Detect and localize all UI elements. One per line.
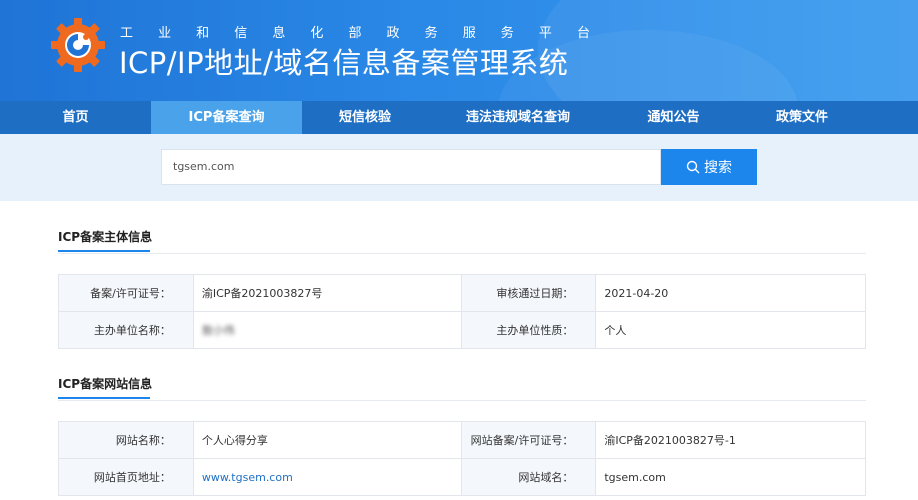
website-name-label: 网站名称：	[58, 421, 194, 459]
homepage-url-link[interactable]: www.tgsem.com	[202, 471, 293, 484]
organizer-name-value: 敖小伟	[201, 324, 235, 337]
organizer-type-value: 个人	[595, 311, 866, 349]
miit-gear-logo-icon	[51, 18, 105, 72]
site-header: 工 业 和 信 息 化 部 政 务 服 务 平 台 ICP/IP地址/域名信息备…	[0, 0, 918, 101]
organizer-name-label: 主办单位名称：	[58, 311, 194, 349]
section-divider	[58, 400, 866, 401]
section-title-underline	[58, 397, 150, 399]
subtitle-char: 工	[120, 26, 134, 41]
subtitle-char: 化	[310, 26, 324, 41]
subtitle-char: 务	[424, 26, 438, 41]
homepage-url-cell: www.tgsem.com	[192, 458, 462, 496]
approval-date-value: 2021-04-20	[595, 274, 866, 312]
table-row: 主办单位名称： 敖小伟 主办单位性质： 个人	[58, 311, 866, 349]
site-subtitle: 工 业 和 信 息 化 部 政 务 服 务 平 台	[120, 22, 590, 41]
subtitle-char: 务	[500, 26, 514, 41]
website-name-value: 个人心得分享	[192, 421, 462, 459]
subtitle-char: 息	[272, 26, 286, 41]
subject-info-table: 备案/许可证号： 渝ICP备2021003827号 审核通过日期： 2021-0…	[58, 274, 866, 349]
main-nav: 首页 ICP备案查询 短信核验 违法违规域名查询 通知公告 政策文件	[0, 101, 918, 134]
subject-section-title: ICP备案主体信息	[58, 228, 153, 252]
website-domain-value: tgsem.com	[595, 458, 866, 496]
homepage-url-label: 网站首页地址：	[58, 458, 194, 496]
nav-item-icp-query[interactable]: ICP备案查询	[151, 101, 302, 134]
approval-date-label: 审核通过日期：	[460, 274, 597, 312]
search-input[interactable]: tgsem.com	[161, 149, 661, 185]
search-button[interactable]: 搜索	[661, 149, 757, 185]
website-info-table: 网站名称： 个人心得分享 网站备案/许可证号： 渝ICP备2021003827号…	[58, 421, 866, 496]
nav-item-policy-docs[interactable]: 政策文件	[739, 101, 865, 134]
subtitle-char: 台	[576, 26, 590, 41]
nav-item-notices[interactable]: 通知公告	[608, 101, 739, 134]
license-number-value: 渝ICP备2021003827号	[192, 274, 462, 312]
table-row: 网站首页地址： www.tgsem.com 网站域名： tgsem.com	[58, 458, 866, 496]
subtitle-char: 信	[234, 26, 248, 41]
table-row: 备案/许可证号： 渝ICP备2021003827号 审核通过日期： 2021-0…	[58, 274, 866, 312]
nav-item-home[interactable]: 首页	[0, 101, 151, 134]
nav-item-illegal-domain-query[interactable]: 违法违规域名查询	[428, 101, 608, 134]
search-area: tgsem.com 搜索	[0, 134, 918, 201]
website-license-label: 网站备案/许可证号：	[460, 421, 597, 459]
subtitle-char: 服	[462, 26, 476, 41]
search-icon	[686, 160, 700, 174]
subtitle-char: 平	[538, 26, 552, 41]
website-section-title: ICP备案网站信息	[58, 375, 153, 399]
license-number-label: 备案/许可证号：	[58, 274, 194, 312]
section-title-underline	[58, 250, 150, 252]
table-row: 网站名称： 个人心得分享 网站备案/许可证号： 渝ICP备2021003827号…	[58, 421, 866, 459]
search-button-label: 搜索	[704, 160, 732, 176]
site-title: ICP/IP地址/域名信息备案管理系统	[119, 46, 569, 80]
organizer-type-label: 主办单位性质：	[460, 311, 597, 349]
subtitle-char: 和	[196, 26, 210, 41]
nav-item-sms-verify[interactable]: 短信核验	[302, 101, 428, 134]
subtitle-char: 业	[158, 26, 172, 41]
subtitle-char: 部	[348, 26, 362, 41]
section-title-text: ICP备案主体信息	[58, 230, 153, 244]
website-domain-label: 网站域名：	[460, 458, 597, 496]
subtitle-char: 政	[386, 26, 400, 41]
section-divider	[58, 253, 866, 254]
organizer-name-cell: 敖小伟	[192, 311, 462, 349]
section-title-text: ICP备案网站信息	[58, 377, 153, 391]
website-license-value: 渝ICP备2021003827号-1	[595, 421, 866, 459]
